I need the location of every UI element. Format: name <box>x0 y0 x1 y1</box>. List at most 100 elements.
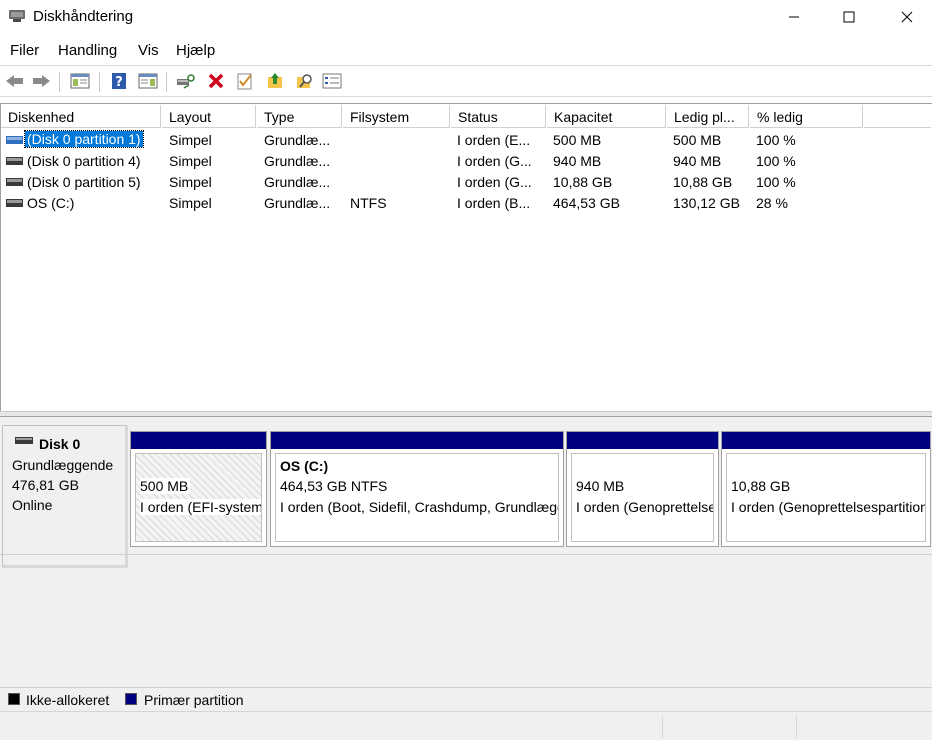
help-icon: ? <box>112 73 126 90</box>
action-pane-icon <box>138 73 158 89</box>
menu-filer[interactable]: Filer <box>10 42 39 59</box>
menu-hjaelp[interactable]: Hjælp <box>176 42 215 59</box>
column-header-status[interactable]: Status <box>451 105 546 128</box>
volume-pct-free: 100 % <box>756 174 796 190</box>
volume-status: I orden (G... <box>457 153 532 169</box>
column-header-ledig-plads[interactable]: Ledig pl... <box>667 105 749 128</box>
status-bar <box>0 711 932 740</box>
menu-vis[interactable]: Vis <box>138 42 159 59</box>
partition-recovery-1[interactable]: 940 MB I orden (Genoprettelsespartition) <box>566 431 719 547</box>
disk-icon <box>15 437 33 444</box>
disk-state: Online <box>12 497 53 513</box>
column-header-pct-ledig[interactable]: % ledig <box>750 105 863 128</box>
volume-capacity: 10,88 GB <box>553 174 613 190</box>
back-button[interactable] <box>4 70 26 92</box>
search-folder-button[interactable] <box>294 70 316 92</box>
volume-capacity: 940 MB <box>553 153 602 169</box>
table-row[interactable]: (Disk 0 partition 4) Simpel Grundlæ... I… <box>1 151 931 172</box>
volume-name: (Disk 0 partition 1) <box>24 130 144 148</box>
list-view-button[interactable] <box>321 70 343 92</box>
window-title: Diskhåndtering <box>33 8 134 25</box>
table-row[interactable]: OS (C:) Simpel Grundlæ... NTFS I orden (… <box>1 193 931 214</box>
volume-status: I orden (E... <box>457 132 531 148</box>
disk-size: 476,81 GB <box>12 477 79 493</box>
volume-icon-selected <box>6 136 23 144</box>
console-tree-button[interactable] <box>69 70 91 92</box>
volume-capacity: 500 MB <box>553 132 602 148</box>
legend-primary-partition: Primær partition <box>144 692 244 708</box>
volume-layout: Simpel <box>169 174 212 190</box>
partition-body: 10,88 GB I orden (Genoprettelsespartitio… <box>726 453 926 542</box>
partition-os-c[interactable]: OS (C:) 464,53 GB NTFS I orden (Boot, Si… <box>270 431 564 547</box>
volume-free-space: 130,12 GB <box>673 195 740 211</box>
title-bar: Diskhåndtering <box>0 0 932 34</box>
volume-filesystem: NTFS <box>350 195 387 211</box>
column-header-layout[interactable]: Layout <box>162 105 256 128</box>
toolbar-separator <box>99 72 100 92</box>
volume-name: OS (C:) <box>27 195 75 211</box>
partition-name: OS (C:) <box>280 458 329 474</box>
maximize-icon <box>843 11 855 23</box>
delete-button[interactable] <box>205 70 227 92</box>
partition-body: 500 MB I orden (EFI-systempartition) <box>135 453 262 542</box>
divider <box>0 554 932 555</box>
column-header-type[interactable]: Type <box>257 105 342 128</box>
partition-efi[interactable]: 500 MB I orden (EFI-systempartition) <box>130 431 267 547</box>
table-row[interactable]: (Disk 0 partition 5) Simpel Grundlæ... I… <box>1 172 931 193</box>
partition-size: 940 MB <box>576 478 625 494</box>
properties-button[interactable] <box>234 70 256 92</box>
volume-layout: Simpel <box>169 153 212 169</box>
unallocated-swatch <box>8 693 20 705</box>
status-divider <box>796 716 797 738</box>
primary-partition-swatch <box>125 693 137 705</box>
back-arrow-icon <box>6 75 23 87</box>
partition-size: 464,53 GB NTFS <box>280 478 388 494</box>
partition-body: OS (C:) 464,53 GB NTFS I orden (Boot, Si… <box>275 453 559 542</box>
volume-pct-free: 100 % <box>756 132 796 148</box>
partition-recovery-2[interactable]: 10,88 GB I orden (Genoprettelsespartitio… <box>721 431 931 547</box>
up-folder-button[interactable] <box>264 70 286 92</box>
column-header-filsystem[interactable]: Filsystem <box>343 105 450 128</box>
volume-free-space: 940 MB <box>673 153 722 169</box>
properties-check-icon <box>237 73 252 90</box>
disk-name: Disk 0 <box>39 436 81 452</box>
partition-size: 10,88 GB <box>731 478 791 494</box>
disk-management-app-icon <box>8 8 26 24</box>
toolbar-separator <box>59 72 60 92</box>
table-row[interactable]: (Disk 0 partition 1) Simpel Grundlæ... I… <box>1 130 931 151</box>
partition-status: I orden (Boot, Sidefil, Crashdump, Grund… <box>280 499 558 515</box>
menu-handling[interactable]: Handling <box>58 42 117 59</box>
volume-type: Grundlæ... <box>264 195 331 211</box>
help-button[interactable]: ? <box>108 70 130 92</box>
menu-bar: Filer Handling Vis Hjælp <box>0 38 932 64</box>
connect-drive-icon <box>177 74 195 89</box>
svg-text:?: ? <box>115 75 123 90</box>
connect-drive-button[interactable] <box>175 70 197 92</box>
column-header-kapacitet[interactable]: Kapacitet <box>547 105 666 128</box>
disk-info-panel[interactable]: Disk 0 Grundlæggende 476,81 GB Online <box>2 425 128 568</box>
maximize-button[interactable] <box>826 0 872 34</box>
primary-partition-bar <box>567 432 718 449</box>
volume-icon <box>6 199 23 207</box>
primary-partition-bar <box>722 432 930 449</box>
volume-free-space: 10,88 GB <box>673 174 733 190</box>
column-header-diskenhed[interactable]: Diskenhed <box>1 105 161 128</box>
volume-icon <box>6 178 23 186</box>
partition-size: 500 MB <box>140 478 191 494</box>
volume-type: Grundlæ... <box>264 174 331 190</box>
minimize-button[interactable] <box>771 0 817 34</box>
minimize-icon <box>789 16 799 18</box>
close-icon <box>901 11 913 23</box>
toolbar-separator <box>166 72 167 92</box>
forward-button[interactable] <box>30 70 52 92</box>
disk-graphical-view: Disk 0 Grundlæggende 476,81 GB Online 50… <box>0 417 932 687</box>
status-divider <box>662 716 663 738</box>
volume-layout: Simpel <box>169 195 212 211</box>
close-button[interactable] <box>884 0 930 34</box>
action-pane-button[interactable] <box>137 70 159 92</box>
partition-status: I orden (EFI-systempartition) <box>140 499 261 515</box>
toolbar: ? <box>0 65 932 97</box>
partition-status: I orden (Genoprettelsespartition) <box>576 499 713 515</box>
partition-body: 940 MB I orden (Genoprettelsespartition) <box>571 453 714 542</box>
volume-name: (Disk 0 partition 4) <box>27 153 141 169</box>
